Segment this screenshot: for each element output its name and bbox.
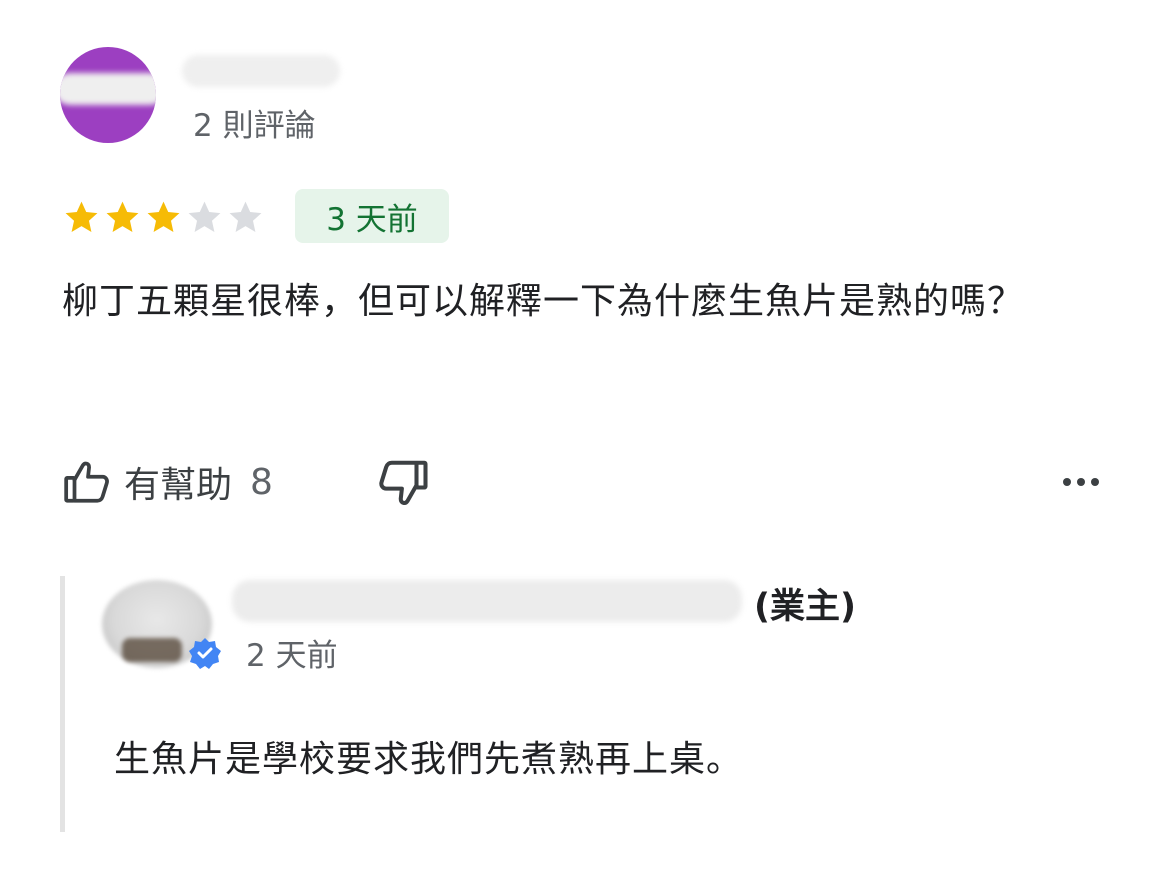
reply-divider xyxy=(60,576,65,832)
review-text: 柳丁五顆星很棒，但可以解釋一下為什麼生魚片是熟的嗎？ xyxy=(62,281,1025,322)
reviewer-avatar[interactable] xyxy=(60,47,156,143)
star-filled-icon xyxy=(147,201,180,232)
reply-time: 2 天前 xyxy=(246,638,338,674)
star-filled-icon xyxy=(106,201,139,232)
verified-badge-icon xyxy=(189,638,221,669)
more-options-icon[interactable] xyxy=(1060,462,1102,502)
review-card: 2 則評論 3 天前 柳丁五顆星很棒，但可以解釋一下為什麼生魚片是熟的嗎？ 有幫… xyxy=(0,0,1170,871)
reviewer-name-redacted[interactable] xyxy=(182,55,340,87)
star-empty-icon xyxy=(229,201,262,232)
star-empty-icon xyxy=(188,201,221,232)
helpful-count: 8 xyxy=(250,461,273,503)
owner-avatar-detail xyxy=(122,638,182,662)
reviewer-review-count: 2 則評論 xyxy=(193,108,316,144)
star-filled-icon xyxy=(65,201,98,232)
helpful-label: 有幫助 xyxy=(124,465,233,506)
reply-text: 生魚片是學校要求我們先煮熟再上桌。 xyxy=(114,739,744,780)
review-actions: 有幫助 8 xyxy=(62,452,1102,512)
thumb-up-icon xyxy=(64,461,109,503)
owner-tag: (業主) xyxy=(754,587,856,627)
helpful-button[interactable]: 有幫助 8 xyxy=(62,452,273,512)
owner-name-redacted[interactable] xyxy=(232,580,742,622)
avatar-redaction xyxy=(60,73,156,105)
thumb-down-icon[interactable] xyxy=(376,456,430,510)
star-rating xyxy=(62,194,265,240)
review-time-badge: 3 天前 xyxy=(295,189,449,243)
